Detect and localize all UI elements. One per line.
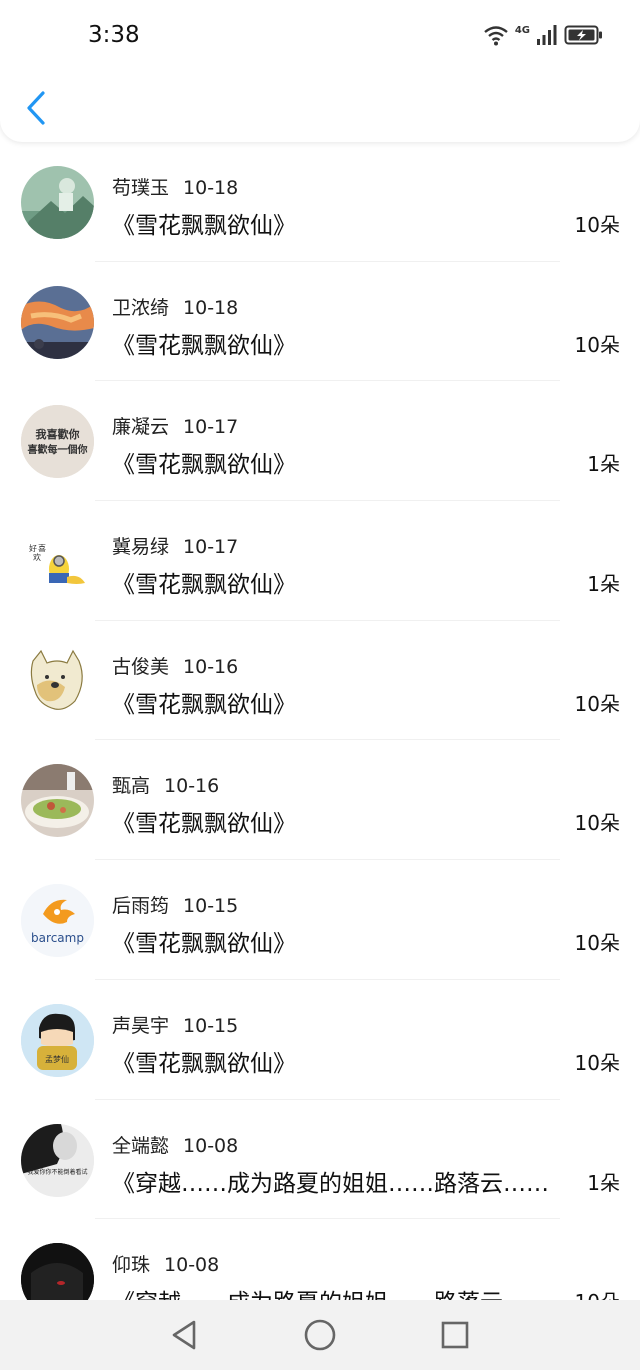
flower-count: 10朵 xyxy=(574,691,620,716)
list-item[interactable]: 仰珠 10-08 《穿越……成为路夏的姐姐……路落云…… 10朵 xyxy=(0,1219,640,1300)
avatar[interactable] xyxy=(21,166,94,239)
top-bar: 3:38 4G xyxy=(0,0,640,142)
list-item[interactable]: 我喜歡你 喜歡每一個你 廉凝云 10-17 《雪花飘飘欲仙》 1朵 xyxy=(0,381,640,502)
flower-count: 1朵 xyxy=(587,452,620,477)
user-name: 苟璞玉 xyxy=(112,177,170,199)
list-item[interactable]: 苟璞玉 10-18 《雪花飘飘欲仙》 10朵 xyxy=(0,142,640,262)
avatar[interactable] xyxy=(21,764,94,838)
triangle-back-icon xyxy=(173,1320,196,1350)
work-title[interactable]: 《雪花飘飘欲仙》 xyxy=(112,804,574,838)
user-name: 后雨筠 xyxy=(112,895,170,918)
avatar[interactable]: 我喜歡你 喜歡每一個你 xyxy=(21,405,94,479)
list-item[interactable]: 我爱你你不能倒着看试 全端懿 10-08 《穿越……成为路夏的姐姐……路落云…… … xyxy=(0,1100,640,1220)
work-title[interactable]: 《雪花飘飘欲仙》 xyxy=(112,924,574,958)
flower-count: 10朵 xyxy=(575,1286,620,1300)
avatar[interactable]: barcamp xyxy=(21,884,94,958)
square-recents-icon xyxy=(441,1321,468,1349)
user-name: 古俊美 xyxy=(112,655,170,678)
date: 10-15 xyxy=(183,1014,239,1037)
avatar-text: 喜歡每一個你 xyxy=(28,443,88,456)
back-button[interactable] xyxy=(20,88,52,128)
work-title[interactable]: 《雪花飘飘欲仙》 xyxy=(112,326,574,360)
date: 10-18 xyxy=(183,296,239,319)
list-item[interactable]: 孟梦仙 声昊宇 10-15 《雪花飘飘欲仙》 10朵 xyxy=(0,980,640,1100)
avatar-text: 孟梦仙 xyxy=(45,1054,69,1064)
date: 10-08 xyxy=(164,1254,220,1277)
work-title[interactable]: 《雪花飘飘欲仙》 xyxy=(112,565,574,599)
list-item[interactable]: 好 喜 欢 冀易绿 10-17 《雪花飘飘欲仙》 1朵 xyxy=(0,501,640,621)
user-name: 全端懿 xyxy=(112,1134,170,1157)
status-time: 3:38 xyxy=(88,22,140,48)
gift-record-list: 苟璞玉 10-18 《雪花飘飘欲仙》 10朵 卫浓绮 10-18 《雪花飘飘欲仙》 … xyxy=(0,142,640,1300)
circle-home-icon xyxy=(304,1319,336,1351)
avatar[interactable] xyxy=(21,644,94,718)
date: 10-08 xyxy=(183,1134,239,1157)
user-name: 仰珠 xyxy=(112,1254,151,1277)
work-title[interactable]: 《雪花飘飘欲仙》 xyxy=(112,685,574,719)
signal-icon xyxy=(537,25,557,45)
date: 10-15 xyxy=(183,895,239,918)
list-item[interactable]: 卫浓绮 10-18 《雪花飘飘欲仙》 10朵 xyxy=(0,262,640,382)
flower-count: 1朵 xyxy=(587,1170,620,1195)
flower-count: 10朵 xyxy=(574,931,620,956)
battery-charging-icon xyxy=(564,25,602,45)
avatar[interactable]: 好 喜 欢 xyxy=(21,525,94,599)
avatar-text: 我喜歡你 xyxy=(36,427,80,441)
work-title[interactable]: 《雪花飘飘欲仙》 xyxy=(112,206,574,240)
work-title[interactable]: 《雪花飘飘欲仙》 xyxy=(112,1044,574,1078)
user-name: 甄高 xyxy=(112,775,151,798)
chevron-left-icon xyxy=(27,91,45,125)
avatar-text: 喜 xyxy=(38,543,46,553)
work-title[interactable]: 《穿越……成为路夏的姐姐……路落云…… xyxy=(112,1164,574,1198)
list-item[interactable]: 古俊美 10-16 《雪花飘飘欲仙》 10朵 xyxy=(0,621,640,741)
flower-count: 1朵 xyxy=(587,572,620,597)
avatar-text: 我爱你你不能倒着看试 xyxy=(27,1168,87,1176)
date: 10-18 xyxy=(183,177,239,199)
avatar[interactable] xyxy=(21,1243,94,1300)
date: 10-16 xyxy=(164,775,220,798)
avatar-text: barcamp xyxy=(31,931,84,945)
nav-recents-button[interactable] xyxy=(431,1311,479,1359)
nav-back-button[interactable] xyxy=(161,1311,209,1359)
user-name: 廉凝云 xyxy=(112,416,170,439)
list-item[interactable]: 甄高 10-16 《雪花飘飘欲仙》 10朵 xyxy=(0,740,640,861)
avatar[interactable] xyxy=(21,285,94,359)
flower-count: 10朵 xyxy=(574,332,620,357)
list-item[interactable]: barcamp 后雨筠 10-15 《雪花飘飘欲仙》 10朵 xyxy=(0,860,640,980)
user-name: 声昊宇 xyxy=(112,1014,170,1037)
system-navigation-bar xyxy=(0,1300,640,1370)
flower-count: 10朵 xyxy=(574,1050,620,1075)
date: 10-16 xyxy=(183,655,239,678)
date: 10-17 xyxy=(183,416,239,439)
user-name: 冀易绿 xyxy=(112,536,170,559)
date: 10-17 xyxy=(183,536,239,559)
work-title[interactable]: 《穿越……成为路夏的姐姐……路落云…… xyxy=(112,1283,574,1300)
user-name: 卫浓绮 xyxy=(112,296,170,319)
work-title[interactable]: 《雪花飘飘欲仙》 xyxy=(112,445,574,479)
avatar-text: 好 xyxy=(29,543,37,553)
flower-count: 10朵 xyxy=(574,811,620,836)
nav-home-button[interactable] xyxy=(296,1311,344,1359)
avatar[interactable]: 我爱你你不能倒着看试 xyxy=(21,1123,94,1197)
avatar[interactable]: 孟梦仙 xyxy=(21,1003,94,1077)
status-icons: 4G xyxy=(483,24,604,46)
flower-count: 10朵 xyxy=(574,213,620,237)
avatar-text: 欢 xyxy=(33,552,41,562)
network-type: 4G xyxy=(514,24,530,36)
wifi-icon xyxy=(484,26,508,46)
